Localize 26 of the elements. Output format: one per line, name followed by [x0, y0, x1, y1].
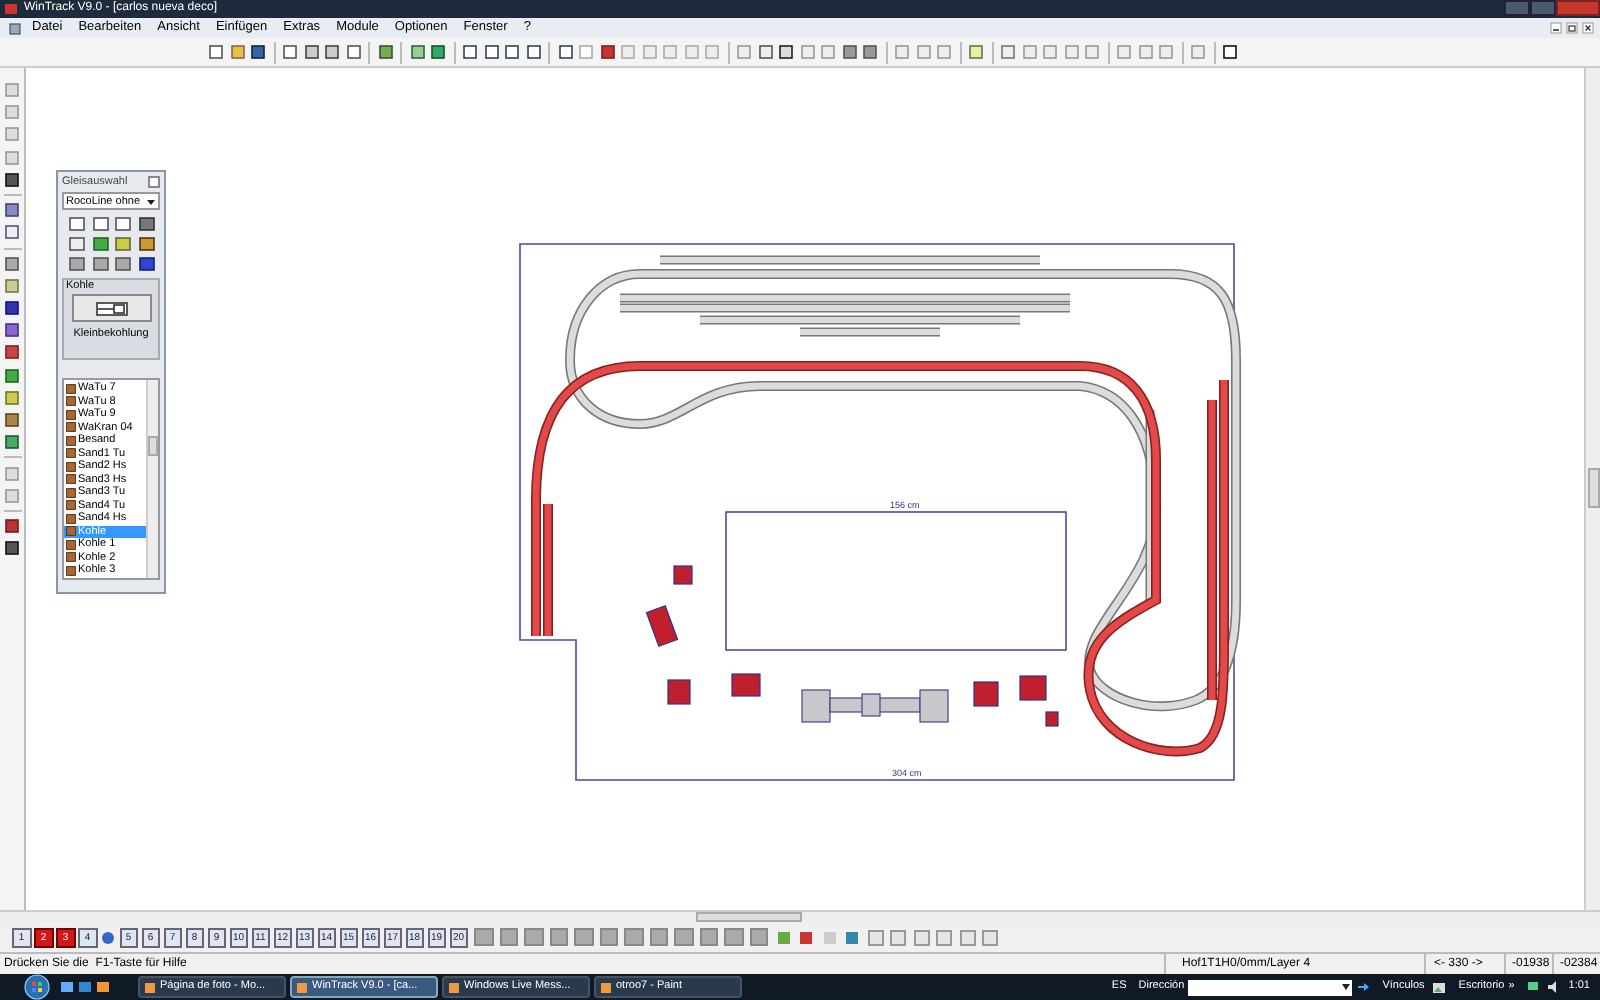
- restore-icon[interactable]: [1566, 22, 1578, 34]
- horizontal-scrollbar[interactable]: [0, 910, 1600, 922]
- close-button[interactable]: [148, 176, 160, 188]
- app-icon: [600, 981, 612, 993]
- app-icon: [4, 2, 18, 16]
- go-arrow-icon[interactable]: [1356, 980, 1371, 994]
- close-icon[interactable]: [1582, 22, 1594, 34]
- app-icon: [296, 981, 308, 993]
- dropdown-arrow-icon: [1342, 984, 1351, 990]
- scrollbar-thumb[interactable]: [696, 912, 802, 922]
- coaling-stage-button[interactable]: [71, 294, 151, 322]
- vertical-scrollbar[interactable]: [1584, 68, 1600, 910]
- speaker-icon[interactable]: [1546, 980, 1561, 994]
- start-button[interactable]: [24, 974, 50, 1000]
- scrollbar-thumb[interactable]: [148, 436, 158, 456]
- app-icon: [144, 981, 156, 993]
- address-field[interactable]: [1188, 979, 1353, 995]
- new-document-icon[interactable]: [208, 44, 224, 60]
- list-scrollbar[interactable]: [146, 380, 158, 578]
- scrollbar-thumb[interactable]: [1588, 468, 1600, 508]
- document-icon: [8, 21, 22, 35]
- dropdown-arrow-icon: [146, 197, 156, 205]
- minimize-icon[interactable]: [1550, 22, 1562, 34]
- coaling-stage-icon: [95, 301, 127, 315]
- minimize-button[interactable]: [1504, 0, 1530, 16]
- app-icon: [448, 981, 460, 993]
